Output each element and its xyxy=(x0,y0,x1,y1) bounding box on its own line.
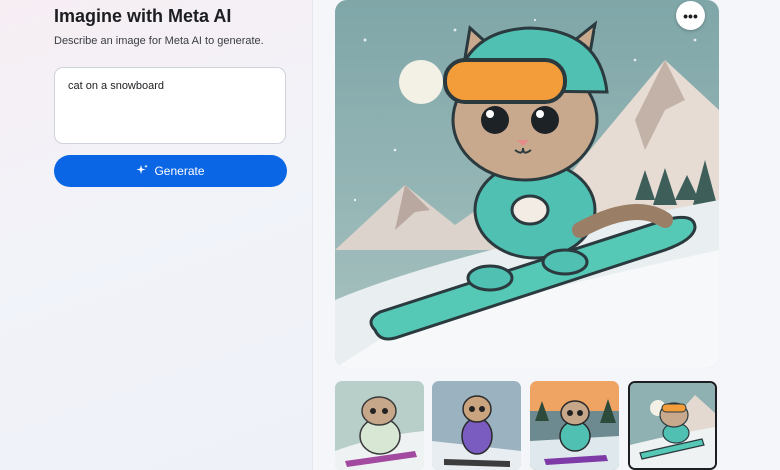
thumbnail-3[interactable] xyxy=(530,381,619,470)
thumbnail-2[interactable] xyxy=(432,381,521,470)
thumbnail-2-image xyxy=(432,381,521,470)
prompt-input[interactable]: cat on a snowboard xyxy=(68,80,278,92)
more-options-button[interactable]: ••• xyxy=(676,1,705,30)
generate-button-label: Generate xyxy=(154,164,205,178)
more-horizontal-icon: ••• xyxy=(683,7,698,24)
page-title: Imagine with Meta AI xyxy=(54,6,232,26)
thumbnail-1-image xyxy=(335,381,424,470)
generate-button[interactable]: Generate xyxy=(54,155,287,187)
prompt-input-box[interactable]: cat on a snowboard xyxy=(54,67,286,144)
generated-image-main[interactable] xyxy=(335,0,719,368)
thumbnail-4-selected[interactable] xyxy=(628,381,717,470)
page-subtitle: Describe an image for Meta AI to generat… xyxy=(54,35,264,47)
thumbnail-1[interactable] xyxy=(335,381,424,470)
thumbnail-3-image xyxy=(530,381,619,470)
sparkle-icon xyxy=(136,164,149,179)
cat-snowboard-illustration xyxy=(335,0,719,368)
thumbnail-4-image xyxy=(630,383,715,468)
